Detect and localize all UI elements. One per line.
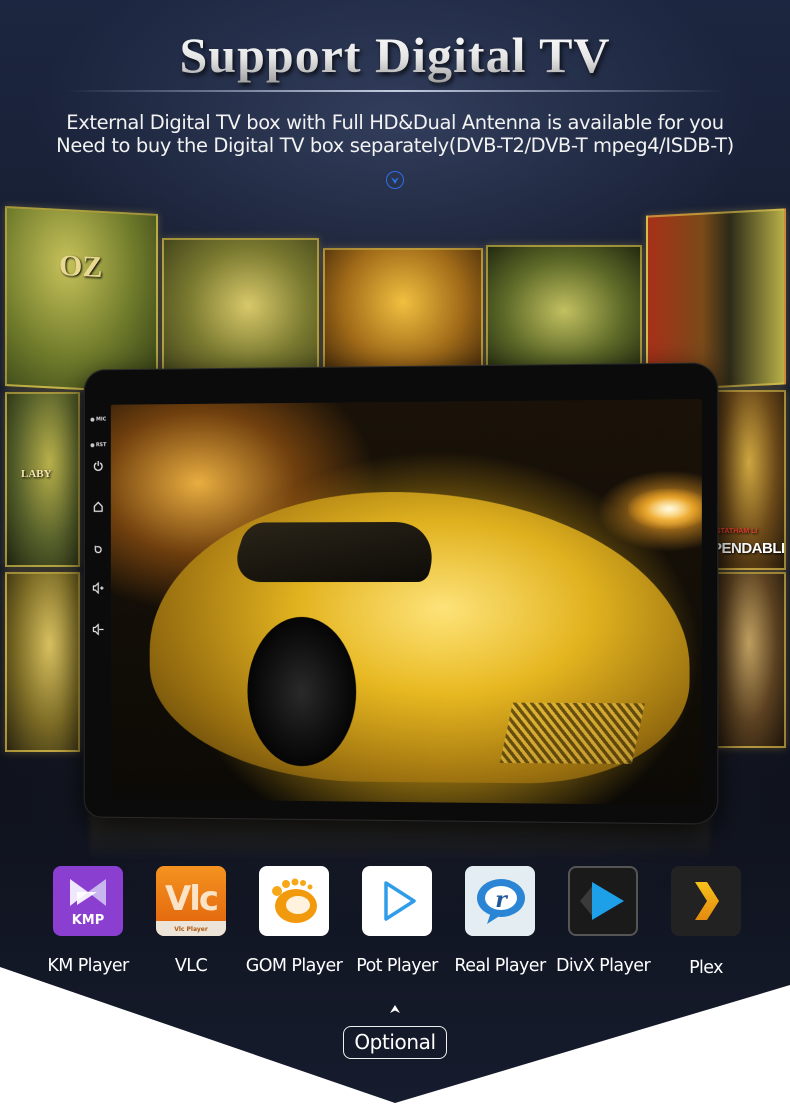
app-divx-player[interactable]: DivX Player	[551, 866, 655, 976]
mic-indicator: MIC	[88, 417, 109, 423]
app-label: DivX Player	[555, 956, 651, 976]
volume-up-button[interactable]	[88, 582, 109, 594]
caret-up-icon	[390, 1005, 400, 1013]
plex-chevron-icon	[695, 882, 719, 920]
car-head-unit: MIC RST	[83, 362, 719, 825]
reset-dot-icon	[90, 443, 94, 448]
app-label: VLC	[174, 956, 208, 976]
divx-glyph	[580, 882, 624, 920]
power-button[interactable]	[88, 460, 109, 472]
chevron-down-glyph	[391, 176, 399, 184]
home-icon	[93, 500, 103, 512]
vlc-icon: Vlc Vlc Player	[156, 866, 226, 936]
poster-expendables: STATHAM LI PENDABLES	[712, 390, 786, 570]
muzzle-flash	[628, 488, 702, 530]
pot-glyph	[384, 881, 416, 921]
svg-text:KMP: KMP	[72, 913, 105, 928]
poster-labyrinth: LABY	[5, 392, 80, 567]
app-label: Real Player	[454, 956, 546, 976]
side-button-panel: MIC RST	[88, 409, 109, 705]
title-divider	[65, 90, 725, 92]
vlc-glyph: Vlc Vlc Player	[156, 879, 226, 936]
poster-fantasy	[5, 572, 80, 752]
app-vlc[interactable]: Vlc Vlc Player VLC	[139, 866, 243, 976]
power-icon	[93, 460, 103, 472]
subtitle-line-1: External Digital TV box with Full HD&Dua…	[66, 111, 724, 134]
poster-caption: PENDABLES	[712, 540, 784, 557]
mic-label: MIC	[96, 416, 107, 423]
car-image-windshield	[228, 521, 446, 583]
poster-wolverine	[712, 572, 786, 748]
real-player-icon: r	[465, 866, 535, 936]
poster-oz: OZ	[5, 205, 158, 395]
poster-caption: OZ	[59, 248, 103, 285]
svg-text:Vlc: Vlc	[165, 879, 217, 919]
app-label: Pot Player	[356, 956, 438, 976]
poster-caption: LABY	[21, 468, 52, 480]
app-label: KM Player	[47, 956, 129, 976]
plex-icon	[671, 866, 741, 936]
poster-mission-impossible	[323, 248, 483, 383]
app-real-player[interactable]: r Real Player	[448, 866, 552, 976]
app-pot-player[interactable]: Pot Player	[345, 866, 449, 976]
poster-hobbit	[486, 245, 642, 377]
poster-tagline: STATHAM LI	[716, 528, 758, 535]
mic-dot-icon	[90, 417, 95, 422]
volume-down-button[interactable]	[88, 624, 109, 636]
car-image-wheel	[247, 616, 357, 767]
car-image-grille	[499, 702, 645, 764]
gom-glyph	[272, 878, 317, 923]
player-apps-row: KMP KM Player Vlc Vlc Player VLC GOM Pla…	[0, 866, 790, 986]
kmplayer-glyph: KMP	[70, 879, 106, 928]
subtitle-line-2: Need to buy the Digital TV box separatel…	[56, 134, 734, 157]
kmplayer-icon: KMP	[53, 866, 123, 936]
reset-label: RST	[95, 442, 107, 449]
pot-player-icon	[362, 866, 432, 936]
back-button[interactable]	[88, 543, 109, 555]
chevron-down-circle-icon[interactable]	[386, 171, 404, 189]
app-label: Plex	[689, 958, 723, 978]
home-button[interactable]	[88, 500, 109, 512]
real-glyph: r	[477, 879, 525, 924]
gom-player-icon	[259, 866, 329, 936]
svg-text:r: r	[495, 887, 508, 913]
optional-badge[interactable]: Optional	[343, 1026, 447, 1059]
volume-up-icon	[92, 582, 104, 594]
app-label: GOM Player	[245, 956, 343, 976]
page-title: Support Digital TV	[0, 26, 790, 84]
device-screen	[110, 399, 702, 806]
app-km-player[interactable]: KMP KM Player	[36, 866, 140, 976]
reset-button[interactable]: RST	[88, 442, 109, 448]
poster-avengers	[162, 238, 319, 388]
back-icon	[93, 543, 103, 555]
divx-player-icon	[568, 866, 638, 936]
app-plex[interactable]: Plex	[654, 866, 758, 978]
svg-text:Vlc Player: Vlc Player	[174, 926, 208, 933]
volume-down-icon	[92, 624, 104, 636]
app-gom-player[interactable]: GOM Player	[242, 866, 346, 976]
